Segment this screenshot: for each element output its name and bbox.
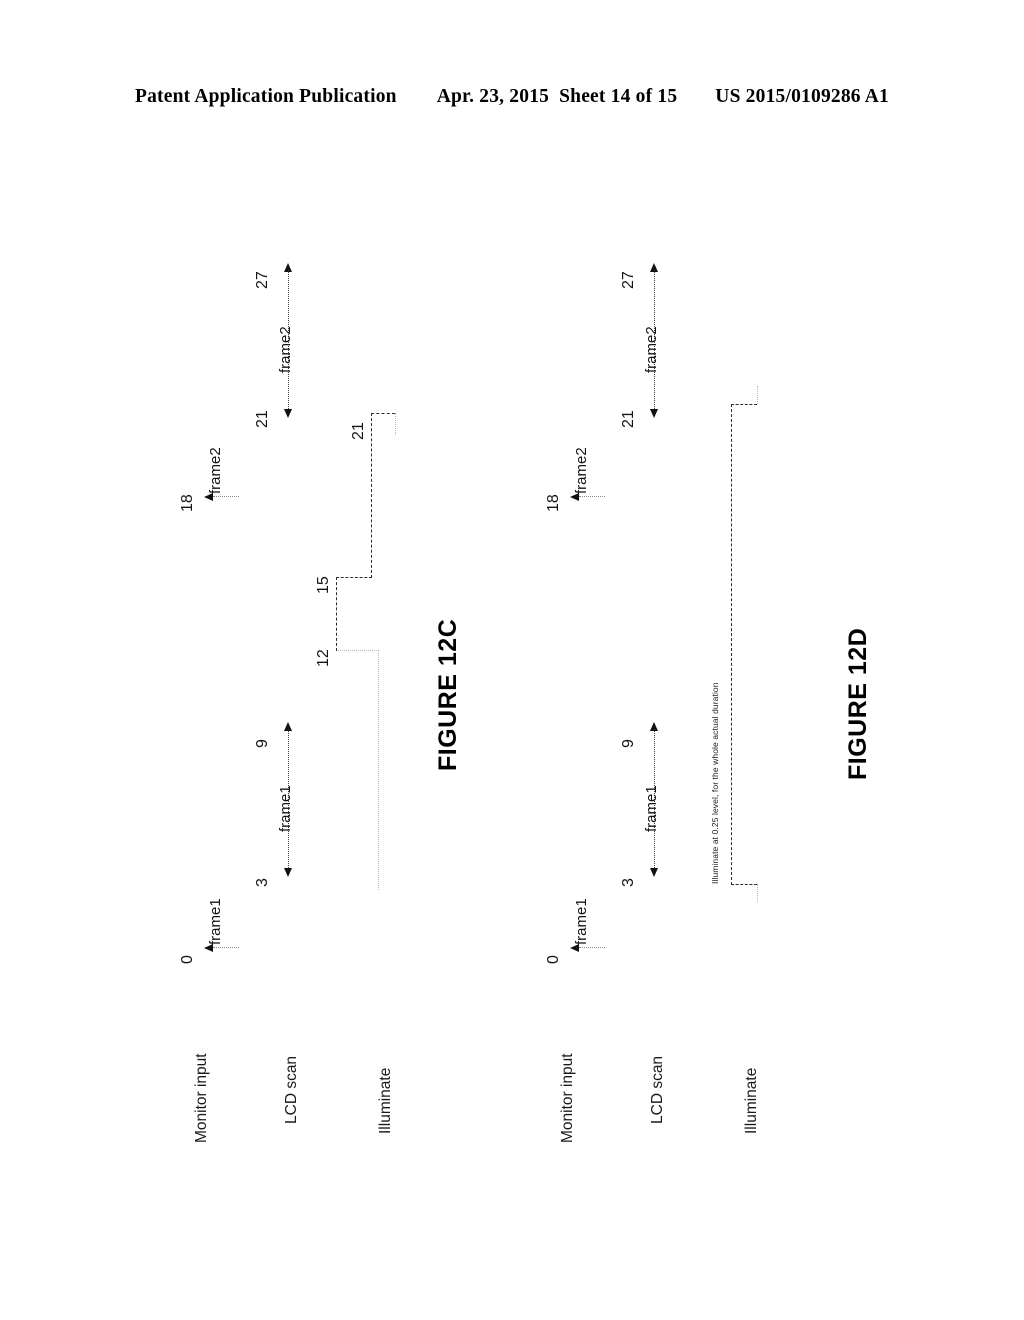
illuminate-tail-end-12d <box>757 386 758 404</box>
tick-label-lcd-3: 3 <box>254 878 271 887</box>
illuminate-step-15-12c <box>336 577 372 578</box>
tick-label-lcd-9: 9 <box>620 739 637 748</box>
illuminate-tail-12c <box>395 413 396 435</box>
row-label-illuminate: Illuminate <box>743 1067 760 1134</box>
figure-caption-12c: FIGURE 12C <box>434 618 462 771</box>
monitor-input-tag-18: frame2 <box>207 447 224 494</box>
row-label-lcd-scan: LCD scan <box>649 1055 666 1124</box>
illuminate-level-mid-12c <box>336 577 337 651</box>
row-label-monitor-input: Monitor input <box>559 1053 576 1143</box>
tick-label-lcd-21: 21 <box>620 410 637 428</box>
row-label-monitor-input: Monitor input <box>193 1053 210 1143</box>
illuminate-note-12d: Illuminate at 0.25 level, for the whole … <box>710 682 720 884</box>
monitor-input-leader-0 <box>579 947 605 949</box>
illuminate-level-high-12c <box>371 413 372 578</box>
illuminate-baseline-12c <box>378 650 379 890</box>
figure-12c: Monitor input LCD scan Illuminate 0 fram… <box>150 0 570 1320</box>
illuminate-rise-12-12c <box>336 650 379 651</box>
tick-label-illuminate-21: 21 <box>350 422 367 440</box>
tick-label-illuminate-12: 12 <box>315 649 332 667</box>
tick-label-lcd-21: 21 <box>254 410 271 428</box>
monitor-input-leader-0 <box>213 947 239 949</box>
tick-label-lcd-27: 27 <box>620 271 637 289</box>
lcd-scan-span-label-frame1: frame1 <box>643 785 660 832</box>
lcd-scan-span-label-frame1: frame1 <box>277 785 294 832</box>
tick-label-illuminate-15: 15 <box>315 576 332 594</box>
tick-label-monitor-0: 0 <box>179 955 196 964</box>
illuminate-fall-12d <box>731 404 757 405</box>
tick-label-monitor-0: 0 <box>545 955 562 964</box>
monitor-input-tag-0: frame1 <box>207 898 224 945</box>
monitor-input-tag-0: frame1 <box>573 898 590 945</box>
tick-label-monitor-18: 18 <box>545 494 562 512</box>
illuminate-rise-12d <box>731 884 757 885</box>
tick-label-lcd-3: 3 <box>620 878 637 887</box>
row-label-illuminate: Illuminate <box>377 1067 394 1134</box>
tick-label-monitor-18: 18 <box>179 494 196 512</box>
monitor-input-leader-18 <box>579 496 605 498</box>
illuminate-fall-21-12c <box>371 413 395 414</box>
figure-12d: Monitor input LCD scan Illuminate 0 fram… <box>516 0 936 1320</box>
lcd-scan-span-label-frame2: frame2 <box>643 326 660 373</box>
figure-caption-12d: FIGURE 12D <box>844 627 872 780</box>
monitor-input-leader-18 <box>213 496 239 498</box>
illuminate-level-12d <box>731 404 732 885</box>
row-label-lcd-scan: LCD scan <box>283 1055 300 1124</box>
lcd-scan-span-label-frame2: frame2 <box>277 326 294 373</box>
tick-label-lcd-9: 9 <box>254 739 271 748</box>
tick-label-lcd-27: 27 <box>254 271 271 289</box>
monitor-input-tag-18: frame2 <box>573 447 590 494</box>
illuminate-tail-start-12d <box>757 884 758 902</box>
